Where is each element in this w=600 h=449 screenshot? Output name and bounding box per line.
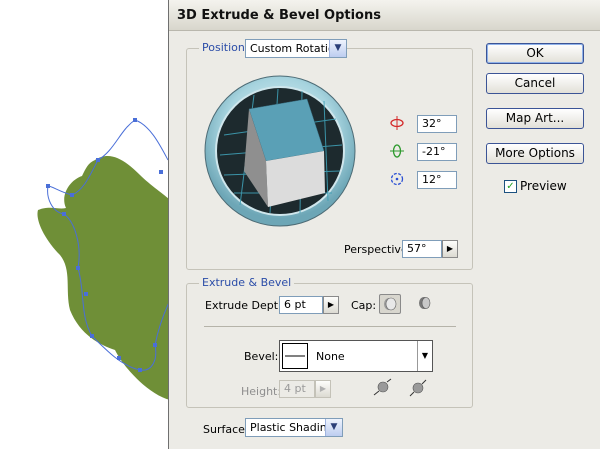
preview-checkbox[interactable]: ✓	[504, 180, 517, 193]
y-rotation-field[interactable]: -21°	[417, 143, 457, 161]
bevel-dropdown-button[interactable]: ▼	[417, 341, 432, 371]
extrude-divider	[204, 326, 456, 327]
dialog-title: 3D Extrude & Bevel Options	[177, 8, 381, 23]
rotate-z-icon	[390, 172, 404, 186]
bevel-in-button[interactable]	[407, 378, 429, 398]
cap-on-button[interactable]	[379, 294, 401, 314]
rotate-y-icon	[390, 144, 404, 158]
height-label: Height:	[241, 385, 282, 398]
rotation-trackball[interactable]	[204, 75, 356, 227]
extrude-depth-field[interactable]: 6 pt	[279, 296, 323, 314]
surface-value: Plastic Shading	[250, 421, 334, 434]
bevel-select[interactable]: None ▼	[279, 340, 433, 372]
height-field[interactable]: 4 pt	[279, 380, 315, 398]
cap-off-button[interactable]	[415, 294, 437, 314]
chevron-down-icon: ▼	[329, 40, 346, 57]
extrude-bevel-dialog: 3D Extrude & Bevel Options Position: Cus…	[168, 0, 600, 449]
bevel-label: Bevel:	[244, 350, 279, 363]
height-slider-button[interactable]: ▶	[315, 380, 331, 398]
z-rotation-field[interactable]: 12°	[417, 171, 457, 189]
bevel-out-icon	[373, 378, 392, 396]
position-preset-value: Custom Rotation	[250, 42, 342, 55]
perspective-slider-button[interactable]: ▶	[442, 240, 458, 258]
x-rotation-field[interactable]: 32°	[417, 115, 457, 133]
surface-label: Surface:	[203, 423, 249, 436]
chevron-down-icon: ▼	[325, 419, 342, 436]
extrude-depth-slider-button[interactable]: ▶	[323, 296, 339, 314]
cap-off-icon	[419, 297, 431, 309]
position-preset-select[interactable]: Custom Rotation ▼	[245, 39, 347, 58]
extrude-depth-label: Extrude Depth:	[205, 299, 289, 312]
cap-on-icon	[384, 297, 397, 311]
canvas-artwork	[37, 118, 170, 400]
map-art-button[interactable]: Map Art...	[486, 108, 584, 129]
extrude-bevel-legend: Extrude & Bevel	[199, 276, 295, 289]
cap-label: Cap:	[351, 299, 377, 312]
dialog-titlebar[interactable]: 3D Extrude & Bevel Options	[169, 0, 600, 31]
bevel-value: None	[316, 350, 345, 363]
preview-label[interactable]: Preview	[520, 179, 567, 193]
green-shape[interactable]	[37, 155, 170, 400]
rotate-x-icon	[390, 116, 404, 130]
position-legend: Position:	[199, 41, 252, 54]
ok-button[interactable]: OK	[486, 43, 584, 64]
bevel-profile-icon	[282, 343, 308, 369]
cancel-button[interactable]: Cancel	[486, 73, 584, 94]
more-options-button[interactable]: More Options	[486, 143, 584, 164]
surface-select[interactable]: Plastic Shading ▼	[245, 418, 343, 437]
bevel-out-button[interactable]	[371, 378, 393, 398]
bevel-in-icon	[409, 379, 427, 397]
perspective-field[interactable]: 57°	[402, 240, 442, 258]
